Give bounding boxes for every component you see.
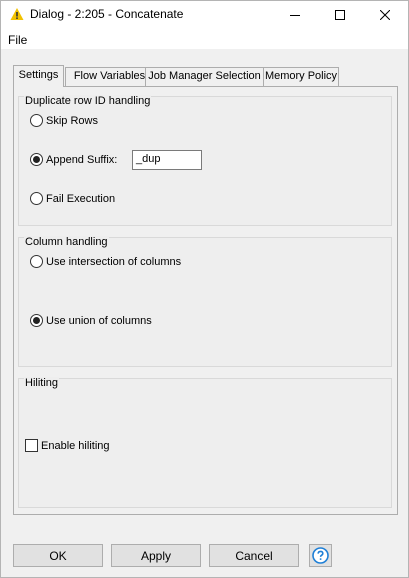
dialog-window: Dialog - 2:205 - Concatenate File Settin… bbox=[0, 0, 409, 578]
union-option[interactable]: Use union of columns bbox=[30, 314, 152, 327]
union-radio[interactable] bbox=[30, 314, 43, 327]
help-icon bbox=[312, 547, 329, 564]
maximize-icon bbox=[335, 10, 345, 20]
intersection-option[interactable]: Use intersection of columns bbox=[30, 255, 181, 268]
warning-triangle-icon bbox=[10, 8, 24, 20]
enable-hiliting-checkbox[interactable] bbox=[25, 439, 38, 452]
tab-flow-variables[interactable]: Flow Variables bbox=[65, 67, 154, 86]
cancel-button[interactable]: Cancel bbox=[209, 544, 299, 567]
skip-rows-label: Skip Rows bbox=[46, 114, 98, 127]
skip-rows-radio[interactable] bbox=[30, 114, 43, 127]
suffix-input[interactable]: _dup bbox=[132, 150, 202, 170]
window-title: Dialog - 2:205 - Concatenate bbox=[30, 7, 184, 21]
minimize-button[interactable] bbox=[272, 1, 318, 29]
intersection-label: Use intersection of columns bbox=[46, 255, 182, 268]
close-icon bbox=[380, 10, 390, 20]
skip-rows-option[interactable]: Skip Rows bbox=[30, 114, 98, 127]
duplicate-row-group-title: Duplicate row ID handling bbox=[24, 95, 152, 108]
append-suffix-radio[interactable] bbox=[30, 153, 43, 166]
minimize-icon bbox=[290, 15, 300, 16]
help-button[interactable] bbox=[309, 544, 332, 567]
append-suffix-label: Append Suffix: bbox=[46, 153, 118, 166]
close-button[interactable] bbox=[362, 1, 408, 29]
tab-job-manager-selection[interactable]: Job Manager Selection bbox=[145, 67, 264, 86]
tab-memory-policy[interactable]: Memory Policy bbox=[263, 67, 339, 86]
menu-file[interactable]: File bbox=[8, 33, 27, 47]
intersection-radio[interactable] bbox=[30, 255, 43, 268]
hiliting-group-title: Hiliting bbox=[24, 377, 60, 390]
maximize-button[interactable] bbox=[317, 1, 363, 29]
append-suffix-option[interactable]: Append Suffix: bbox=[30, 153, 117, 166]
fail-execution-label: Fail Execution bbox=[46, 192, 116, 205]
apply-button[interactable]: Apply bbox=[111, 544, 201, 567]
enable-hiliting-label: Enable hiliting bbox=[41, 439, 110, 452]
ok-button[interactable]: OK bbox=[13, 544, 103, 567]
fail-execution-option[interactable]: Fail Execution bbox=[30, 192, 115, 205]
column-handling-group-title: Column handling bbox=[24, 236, 109, 249]
fail-execution-radio[interactable] bbox=[30, 192, 43, 205]
tab-settings[interactable]: Settings bbox=[13, 65, 64, 87]
title-bar: Dialog - 2:205 - Concatenate bbox=[1, 1, 408, 29]
union-label: Use union of columns bbox=[46, 314, 152, 327]
menu-bar: File bbox=[1, 29, 408, 49]
enable-hiliting-option[interactable]: Enable hiliting bbox=[25, 439, 110, 452]
